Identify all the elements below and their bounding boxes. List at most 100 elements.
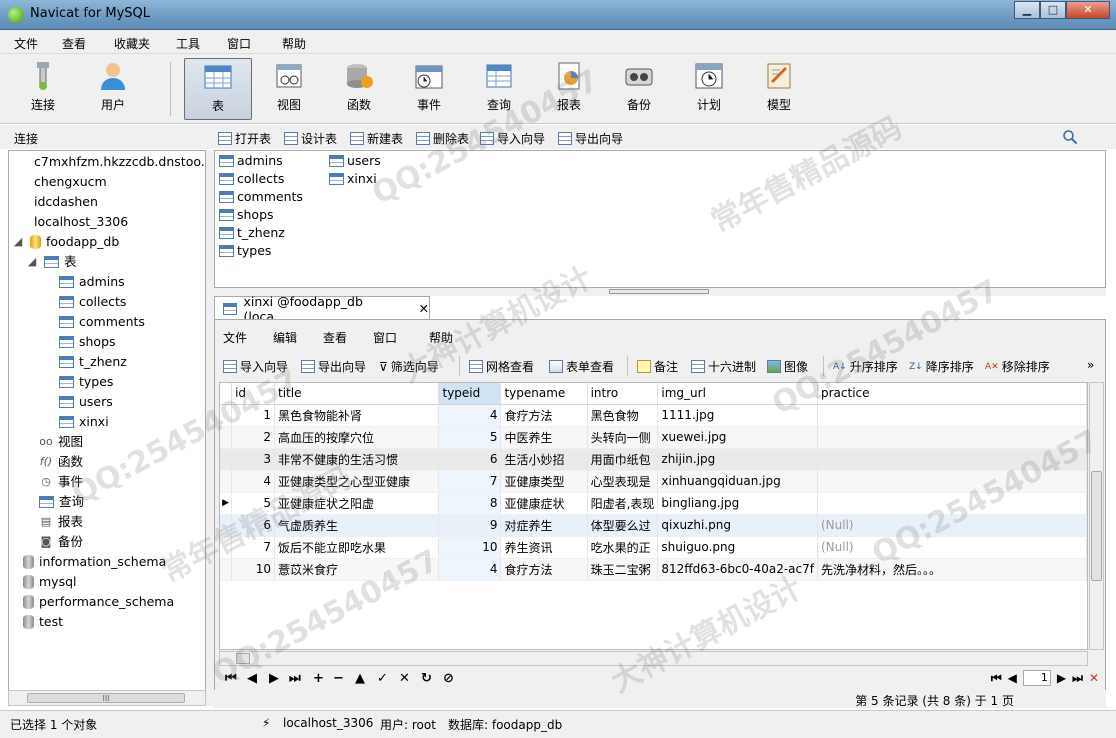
post-edit-icon[interactable]: ▲ [355,671,365,686]
tree-queries-node[interactable]: 查询 [39,492,84,512]
table-row[interactable]: 3 非常不健康的生活习惯 6 生活小妙招 用面巾纸包 zhijin.jpg [220,448,1087,471]
page-number-input[interactable]: 1 [1022,670,1051,686]
row-indicator[interactable] [220,514,233,537]
stop-icon[interactable]: ⊘ [443,671,454,686]
object-list-item[interactable]: collects [219,171,284,186]
cell-intro[interactable]: 珠玉二宝粥 [587,558,659,581]
cell-typename[interactable]: 食疗方法 [500,558,588,581]
object-list-item[interactable]: comments [219,189,303,204]
cell-id[interactable]: 1 [231,404,276,427]
cell-typename[interactable]: 亚健康类型 [500,470,588,493]
tree-table-item[interactable]: users [59,392,113,412]
tree-backups-node[interactable]: ◙ 备份 [39,532,83,552]
cell-img-url[interactable]: 812ffd63-6bc0-40a2-ac7f [657,558,818,581]
cell-typename[interactable]: 亚健康症状 [500,492,588,515]
object-list-item[interactable]: shops [219,207,274,222]
toolbar-user-button[interactable]: 用户 [80,58,146,118]
column-header[interactable]: typename [500,383,588,405]
cell-id[interactable]: 10 [231,558,276,581]
cell-typeid[interactable]: 8 [438,492,502,515]
tree-table-item[interactable]: t_zhenz [59,352,127,372]
grid-vertical-scrollbar[interactable] [1089,382,1104,650]
toolbar-view-button[interactable]: 视图 [256,58,322,118]
cell-practice[interactable] [817,448,1087,471]
toolbar-overflow-button[interactable]: » [1087,358,1094,372]
cell-typename[interactable]: 中医养生 [500,426,588,449]
grid-vscroll-thumb[interactable] [1091,471,1102,581]
cell-practice[interactable] [817,492,1087,515]
first-record-icon[interactable]: ⏮ [225,671,237,686]
column-header[interactable]: practice [817,383,1087,405]
cell-img-url[interactable]: xinhuangqiduan.jpg [657,470,818,493]
add-record-icon[interactable]: + [313,671,324,686]
panel-menu-help[interactable]: 帮助 [429,329,453,346]
tree-database-foodapp[interactable]: ◢ foodapp_db [11,232,119,252]
limit-records-icon[interactable]: ✕ [1089,671,1099,685]
splitter-grip[interactable] [609,289,709,294]
cell-typename[interactable]: 对症养生 [500,514,588,537]
panel-export-button[interactable]: 导出向导 [301,358,366,375]
cell-typeid[interactable]: 6 [438,448,502,471]
toolbar-backup-button[interactable]: 备份 [606,58,672,118]
cell-practice[interactable]: (Null) [817,514,1087,537]
filter-wizard-button[interactable]: ⊽ 筛选向导 [379,358,439,375]
menu-favorites[interactable]: 收藏夹 [114,35,150,52]
image-button[interactable]: 图像 [767,358,808,375]
cell-img-url[interactable]: zhijin.jpg [657,448,818,471]
column-header[interactable]: img_url [657,383,818,405]
menu-help[interactable]: 帮助 [282,35,306,52]
object-list-item[interactable]: xinxi [329,171,377,186]
tree-tables-node[interactable]: ◢ 表 [25,252,77,272]
cell-typeid[interactable]: 5 [438,426,502,449]
cell-id[interactable]: 7 [231,536,276,559]
panel-menu-view[interactable]: 查看 [323,329,347,346]
cell-intro[interactable]: 阳虚者,表现 [587,492,659,515]
tree-connection[interactable]: localhost_3306 [15,212,128,232]
cell-img-url[interactable]: shuiguo.png [657,536,818,559]
cell-typeid[interactable]: 4 [438,404,502,427]
cell-practice[interactable] [817,426,1087,449]
row-indicator[interactable] [220,536,233,559]
tree-connection[interactable]: chengxucm [15,172,107,192]
expand-icon[interactable]: ◢ [25,252,39,272]
cell-intro[interactable]: 体型要么过 [587,514,659,537]
tree-horizontal-scrollbar[interactable]: III [8,690,206,706]
row-indicator[interactable] [220,448,233,471]
close-button[interactable]: ✕ [1066,1,1110,19]
panel-menu-file[interactable]: 文件 [223,329,247,346]
search-icon[interactable] [1062,129,1078,145]
cancel-edit-icon[interactable]: ✕ [399,671,410,686]
table-row[interactable]: 4 亚健康类型之心型亚健康 7 亚健康类型 心型表现是 xinhuangqidu… [220,470,1087,493]
tree-table-item[interactable]: shops [59,332,116,352]
toolbar-query-button[interactable]: 查询 [466,58,532,118]
next-record-icon[interactable]: ▶ [269,671,279,686]
cell-typeid[interactable]: 7 [438,470,502,493]
tree-events-node[interactable]: ◷ 事件 [39,472,83,492]
toolbar-event-button[interactable]: 事件 [396,58,462,118]
tree-functions-node[interactable]: f() 函数 [39,452,83,472]
hex-button[interactable]: 十六进制 [691,358,756,375]
expand-icon[interactable]: ◢ [11,232,25,252]
object-list-item[interactable]: users [329,153,381,168]
delete-table-button[interactable]: 删除表 [416,130,469,147]
first-page-icon[interactable]: ⏮ [991,671,1002,686]
toolbar-report-button[interactable]: 报表 [536,58,602,118]
table-row[interactable]: 10 薏苡米食疗 4 食疗方法 珠玉二宝粥 812ffd63-6bc0-40a2… [220,558,1087,581]
column-header[interactable]: typeid [438,383,502,405]
prev-page-icon[interactable]: ◀ [1008,671,1017,685]
row-indicator[interactable] [220,426,233,449]
menu-window[interactable]: 窗口 [227,35,251,52]
grid-horizontal-scrollbar[interactable] [219,651,1088,666]
tab-xinxi[interactable]: xinxi @foodapp_db (loca... ✕ [214,294,430,324]
toolbar-function-button[interactable]: 函数 [326,58,392,118]
sort-ascending-button[interactable]: A↓ 升序排序 [833,358,898,375]
cell-typeid[interactable]: 9 [438,514,502,537]
cell-typeid[interactable]: 10 [438,536,502,559]
cell-typename[interactable]: 养生资讯 [500,536,588,559]
column-header[interactable]: id [231,383,276,405]
tree-views-node[interactable]: oo 视图 [39,432,83,452]
form-view-button[interactable]: 表单查看 [549,358,614,375]
cell-intro[interactable]: 用面巾纸包 [587,448,659,471]
cell-title[interactable]: 薏苡米食疗 [274,558,440,581]
grid-hscroll-thumb[interactable] [236,653,250,664]
